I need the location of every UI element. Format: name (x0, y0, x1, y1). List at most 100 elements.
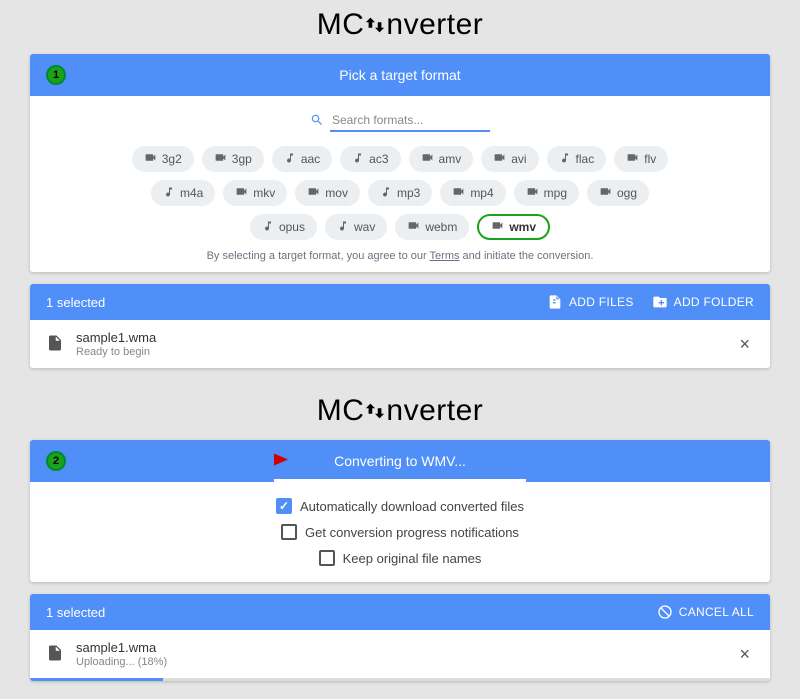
format-chip-m4a[interactable]: m4a (151, 180, 215, 206)
logo-prefix: MC (317, 394, 365, 427)
video-icon (491, 219, 504, 235)
search-row (50, 110, 750, 132)
format-chip-label: ogg (617, 186, 637, 200)
format-chip-label: flv (644, 152, 656, 166)
video-icon (526, 185, 539, 201)
terms-pre: By selecting a target format, you agree … (207, 250, 430, 262)
format-chip-amv[interactable]: amv (409, 146, 474, 172)
format-chip-ac3[interactable]: ac3 (340, 146, 400, 172)
terms-link[interactable]: Terms (430, 250, 460, 262)
step-badge-1: 1 (46, 65, 66, 85)
remove-file-button[interactable]: × (735, 335, 754, 353)
format-chip-label: opus (279, 220, 305, 234)
upload-progress-fill (30, 678, 163, 681)
format-chip-opus[interactable]: opus (250, 214, 317, 240)
format-chip-label: avi (511, 152, 526, 166)
format-chip-ogg[interactable]: ogg (587, 180, 649, 206)
checkbox-unchecked[interactable] (281, 524, 297, 540)
search-input[interactable] (330, 110, 490, 132)
format-chip-label: 3gp (232, 152, 252, 166)
audio-icon (380, 186, 392, 201)
file-meta: sample1.wma Uploading... (18%) (76, 640, 723, 668)
upload-progress (30, 678, 770, 681)
format-chip-wmv[interactable]: wmv (477, 214, 550, 240)
logo-suffix: nverter (386, 394, 483, 427)
add-files-button[interactable]: ADD FILES (547, 294, 634, 310)
file-list-toolbar-1: 1 selected ADD FILES ADD FOLDER (30, 284, 770, 320)
add-folder-label: ADD FOLDER (674, 295, 754, 309)
video-icon (493, 151, 506, 167)
file-meta: sample1.wma Ready to begin (76, 330, 723, 358)
file-icon (46, 334, 64, 355)
cancel-all-button[interactable]: CANCEL ALL (657, 604, 754, 620)
format-chip-label: wav (354, 220, 375, 234)
checkbox-unchecked[interactable] (319, 550, 335, 566)
option-label: Automatically download converted files (300, 499, 524, 514)
video-icon (626, 151, 639, 167)
audio-icon (352, 152, 364, 167)
file-row: sample1.wma Uploading... (18%) × (30, 630, 770, 678)
selected-count: 1 selected (46, 605, 105, 620)
option-row[interactable]: Get conversion progress notifications (281, 524, 519, 540)
format-chip-label: m4a (180, 186, 203, 200)
annotation-arrow-icon (210, 451, 290, 472)
format-chip-label: webm (425, 220, 457, 234)
video-icon (452, 185, 465, 201)
file-name: sample1.wma (76, 640, 723, 655)
format-chip-webm[interactable]: webm (395, 214, 469, 240)
converting-header: 2 Converting to WMV... (30, 440, 770, 482)
option-label: Keep original file names (343, 551, 482, 566)
format-chip-wav[interactable]: wav (325, 214, 387, 240)
format-chip-aac[interactable]: aac (272, 146, 332, 172)
converting-card: 2 Converting to WMV... Automatically dow… (30, 440, 770, 582)
remove-file-button[interactable]: × (735, 645, 754, 663)
option-row[interactable]: Automatically download converted files (276, 498, 524, 514)
app-logo: MC nverter (30, 0, 770, 54)
format-chip-3g2[interactable]: 3g2 (132, 146, 194, 172)
add-folder-button[interactable]: ADD FOLDER (652, 294, 754, 310)
add-files-label: ADD FILES (569, 295, 634, 309)
format-chip-3gp[interactable]: 3gp (202, 146, 264, 172)
format-chip-flac[interactable]: flac (547, 146, 607, 172)
format-chip-label: ac3 (369, 152, 388, 166)
checkbox-checked[interactable] (276, 498, 292, 514)
option-label: Get conversion progress notifications (305, 525, 519, 540)
video-icon (235, 185, 248, 201)
screenshot-step-1: MC nverter 1 Pick a target format 3g2 3gp a… (0, 0, 800, 382)
format-chip-label: wmv (509, 220, 536, 234)
file-icon (46, 644, 64, 665)
format-chip-avi[interactable]: avi (481, 146, 538, 172)
file-row: sample1.wma Ready to begin × (30, 320, 770, 368)
format-chip-mkv[interactable]: mkv (223, 180, 287, 206)
audio-icon (337, 220, 349, 235)
format-chip-mp3[interactable]: mp3 (368, 180, 432, 206)
swap-icon (364, 396, 386, 430)
swap-icon (364, 10, 386, 44)
video-icon (599, 185, 612, 201)
format-card-title: Pick a target format (66, 67, 754, 83)
converting-title: Converting to WMV... (66, 453, 754, 469)
format-chip-label: amv (439, 152, 462, 166)
option-row[interactable]: Keep original file names (319, 550, 482, 566)
terms-text: By selecting a target format, you agree … (50, 250, 750, 262)
format-chip-mov[interactable]: mov (295, 180, 360, 206)
format-chip-flv[interactable]: flv (614, 146, 668, 172)
format-chip-label: mov (325, 186, 348, 200)
format-chip-mpg[interactable]: mpg (514, 180, 579, 206)
video-icon (144, 151, 157, 167)
logo-prefix: MC (317, 8, 365, 41)
format-chip-label: mkv (253, 186, 275, 200)
format-chip-label: 3g2 (162, 152, 182, 166)
format-chip-label: mp3 (397, 186, 420, 200)
logo-suffix: nverter (386, 8, 483, 41)
format-card-header: 1 Pick a target format (30, 54, 770, 96)
video-icon (407, 219, 420, 235)
file-status: Uploading... (18%) (76, 656, 723, 668)
app-logo: MC nverter (30, 386, 770, 440)
format-card: 1 Pick a target format 3g2 3gp aac ac3 amv av… (30, 54, 770, 272)
format-chip-label: mp4 (470, 186, 493, 200)
format-chip-mp4[interactable]: mp4 (440, 180, 505, 206)
terms-post: and initiate the conversion. (460, 250, 594, 262)
options-list: Automatically download converted files Ge… (30, 482, 770, 582)
audio-icon (163, 186, 175, 201)
